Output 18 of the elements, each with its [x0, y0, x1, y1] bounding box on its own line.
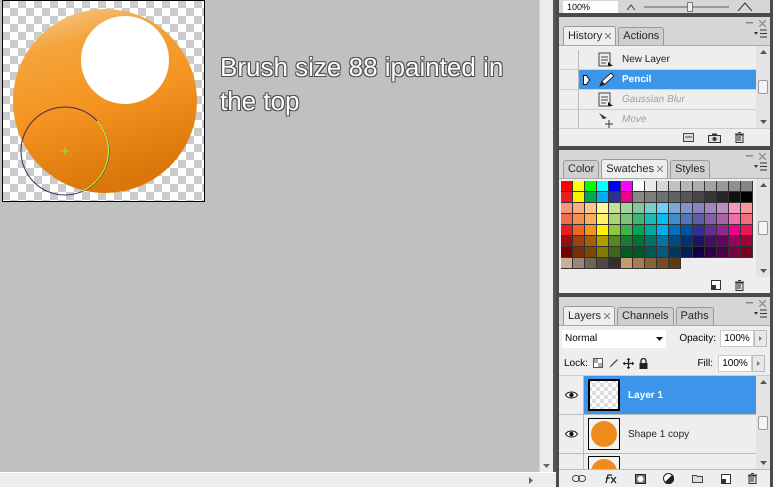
panel-tab[interactable]: Color — [563, 160, 600, 178]
panel-tab[interactable]: Channels — [617, 307, 674, 325]
layer-row[interactable]: Shape 1 copy — [584, 415, 756, 453]
panel-tab[interactable]: Swatches — [601, 159, 668, 178]
blend-mode-dropdown[interactable]: Normal — [562, 330, 666, 348]
canvas-annotation: Brush size 88 ipainted in the top — [220, 51, 504, 118]
panel-tab[interactable]: Actions — [618, 27, 664, 45]
fill-field[interactable]: 100% — [718, 354, 752, 372]
opacity-field[interactable]: 100% — [720, 330, 754, 347]
opacity-label: Opacity: — [679, 332, 716, 346]
panel-tab[interactable]: Styles — [670, 160, 710, 178]
panel-tab[interactable]: Paths — [676, 307, 714, 325]
panel-tab[interactable]: History — [563, 26, 616, 45]
history-state[interactable]: New Layer — [579, 50, 756, 69]
fill-label: Fill: — [697, 356, 713, 370]
lock-label: Lock: — [564, 356, 588, 370]
zoom-field[interactable]: 100% — [563, 0, 618, 12]
panel-tab[interactable]: Layers — [563, 306, 616, 325]
